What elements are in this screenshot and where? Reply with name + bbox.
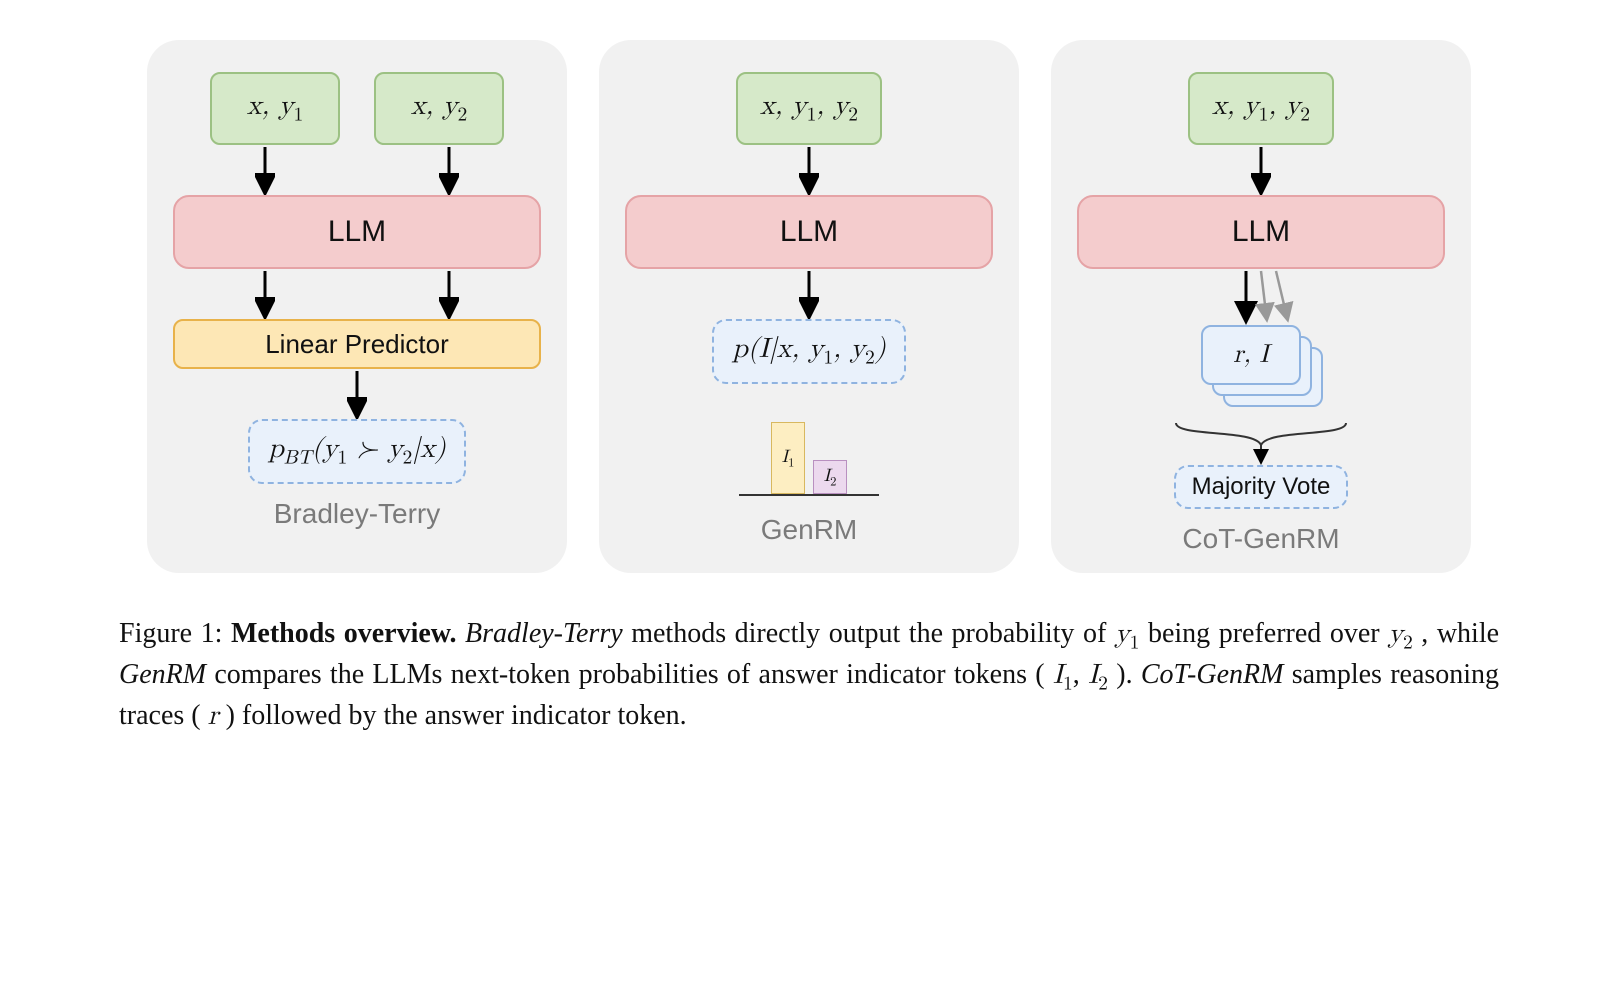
arrow-down-icon bbox=[799, 269, 819, 319]
cot-multi-arrows bbox=[1077, 269, 1445, 325]
caption-bt-name: Bradley-Terry bbox=[465, 618, 623, 649]
bar-I2: I2 bbox=[813, 460, 847, 494]
genrm-arrow-to-llm bbox=[625, 145, 993, 195]
caption-I1: I1 bbox=[1053, 661, 1073, 689]
caption-I2: I2 bbox=[1088, 661, 1108, 689]
bt-probability: pBT(y1 ≻ y2|x) bbox=[248, 419, 466, 484]
methods-diagram: x, y1 x, y2 LLM Linear Predictor pBT(y1 … bbox=[60, 40, 1558, 573]
caption-r: r bbox=[208, 702, 219, 730]
arrow-down-icon bbox=[439, 145, 459, 195]
arrow-down-icon bbox=[1251, 145, 1271, 195]
caption-y2: y2 bbox=[1388, 620, 1413, 648]
cot-sample-stack: r, I bbox=[1201, 325, 1321, 415]
genrm-probability: p(I|x, y1, y2) bbox=[712, 319, 905, 384]
bt-input-right: x, y2 bbox=[374, 72, 504, 145]
genrm-panel-label: GenRM bbox=[761, 514, 857, 546]
bt-arrow-to-prob bbox=[173, 369, 541, 419]
bt-input-left: x, y1 bbox=[210, 72, 340, 145]
genrm-indicator-barchart: I1 I2 bbox=[739, 406, 879, 496]
caption-text-f: compares the LLMs next-token probabiliti… bbox=[214, 659, 1044, 690]
arrow-down-icon bbox=[799, 145, 819, 195]
caption-title: Methods overview. bbox=[231, 618, 457, 649]
cot-input: x, y1, y2 bbox=[1188, 72, 1334, 145]
caption-text-g: ). bbox=[1116, 659, 1141, 690]
sample-card-1: r, I bbox=[1201, 325, 1301, 385]
bt-arrows-to-linear bbox=[173, 269, 541, 319]
genrm-input: x, y1, y2 bbox=[736, 72, 882, 145]
cot-llm: LLM bbox=[1077, 195, 1445, 269]
bt-linear-predictor: Linear Predictor bbox=[173, 319, 541, 369]
caption-text-c: being preferred over bbox=[1148, 618, 1388, 649]
caption-genrm-name: GenRM bbox=[119, 659, 206, 690]
arrow-down-icon bbox=[255, 269, 275, 319]
cot-arrow-to-llm bbox=[1077, 145, 1445, 195]
bt-llm: LLM bbox=[173, 195, 541, 269]
bt-arrows-to-llm bbox=[173, 145, 541, 195]
caption-text-j: ) followed by the answer indicator token… bbox=[226, 700, 687, 731]
figure-number: Figure 1: bbox=[119, 618, 222, 649]
caption-cot-name: CoT-GenRM bbox=[1141, 659, 1284, 690]
cot-majority-vote: Majority Vote bbox=[1174, 465, 1349, 509]
caption-y1: y1 bbox=[1115, 620, 1140, 648]
panel-cot-genrm: x, y1, y2 LLM r, I bbox=[1051, 40, 1471, 573]
arrow-down-icon bbox=[255, 145, 275, 195]
caption-text-b: methods directly output the probability … bbox=[631, 618, 1115, 649]
caption-text-d: , while bbox=[1421, 618, 1499, 649]
bar-I1: I1 bbox=[771, 422, 805, 494]
cot-panel-label: CoT-GenRM bbox=[1182, 523, 1339, 555]
panel-bradley-terry: x, y1 x, y2 LLM Linear Predictor pBT(y1 … bbox=[147, 40, 567, 573]
bt-inputs-row: x, y1 x, y2 bbox=[173, 72, 541, 145]
panel-genrm: x, y1, y2 LLM p(I|x, y1, y2) I1 I2 GenRM bbox=[599, 40, 1019, 573]
arrow-down-icon bbox=[439, 269, 459, 319]
figure-caption: Figure 1: Methods overview. Bradley-Terr… bbox=[119, 615, 1499, 736]
genrm-arrow-to-prob bbox=[625, 269, 993, 319]
multi-arrow-icon bbox=[1216, 269, 1306, 325]
genrm-llm: LLM bbox=[625, 195, 993, 269]
curly-brace-icon bbox=[1166, 415, 1356, 465]
arrow-down-icon bbox=[347, 369, 367, 419]
bt-panel-label: Bradley-Terry bbox=[274, 498, 440, 530]
